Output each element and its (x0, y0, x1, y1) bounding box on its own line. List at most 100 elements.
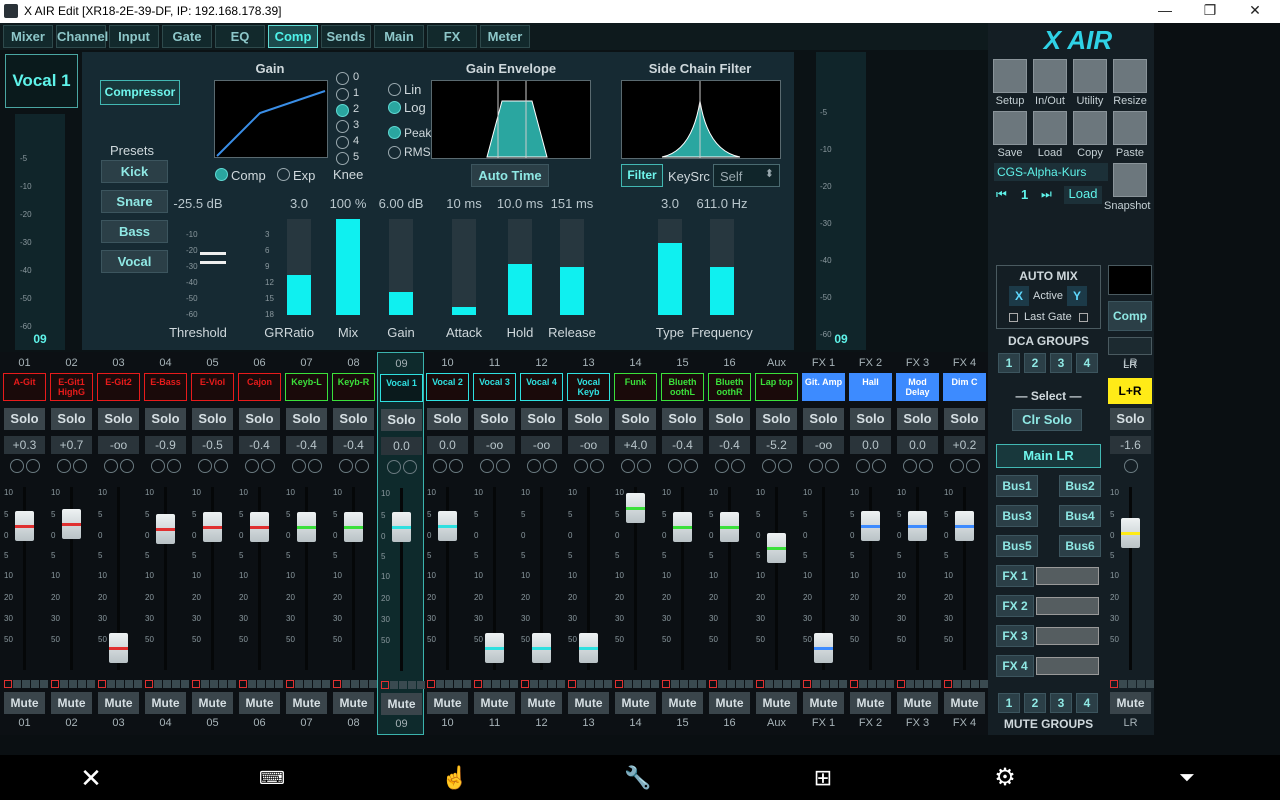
fader-knob[interactable] (438, 510, 457, 541)
channel-name-tag[interactable]: Vocal 4 (520, 373, 563, 401)
mute-button[interactable]: Mute (239, 692, 280, 714)
mute-group-3-button[interactable]: 3 (1050, 693, 1072, 713)
fader-knob[interactable] (250, 512, 269, 543)
automix-y-button[interactable]: Y (1067, 286, 1087, 306)
pan-knob[interactable] (245, 459, 259, 473)
tab-main[interactable]: Main (374, 25, 424, 48)
dca-group-1-button[interactable]: 1 (998, 353, 1020, 373)
solo-button[interactable]: Solo (286, 408, 327, 430)
fader-knob[interactable] (62, 508, 81, 539)
preset-vocal-button[interactable]: Vocal (101, 250, 168, 273)
solo-button[interactable]: Solo (944, 408, 985, 430)
knee-radio-2[interactable] (336, 104, 349, 117)
pan-knob[interactable] (57, 459, 71, 473)
mute-group-2-button[interactable]: 2 (1024, 693, 1046, 713)
fx-2-rack-image[interactable] (1036, 597, 1099, 615)
pan-knob[interactable] (151, 459, 165, 473)
pan-knob-2[interactable] (449, 459, 463, 473)
minimize-button[interactable]: — (1150, 2, 1180, 20)
clear-solo-button[interactable]: Clr Solo (1012, 409, 1082, 431)
pan-knob-2[interactable] (825, 459, 839, 473)
solo-button[interactable]: Solo (521, 408, 562, 430)
mute-button[interactable]: Mute (333, 692, 374, 714)
gain-curve-graph[interactable] (214, 80, 328, 158)
channel-name-tag[interactable]: Git. Amp (802, 373, 845, 401)
solo-button[interactable]: Solo (662, 408, 703, 430)
exp-mode-radio[interactable] (277, 168, 290, 181)
channel-name-tag[interactable]: Vocal 3 (473, 373, 516, 401)
prev-snapshot-icon[interactable]: ⏮ (996, 187, 1007, 202)
pan-knob-2[interactable] (403, 460, 417, 474)
channel-name-tag[interactable]: Vocal Keyb (567, 373, 610, 401)
mute-group-1-button[interactable]: 1 (998, 693, 1020, 713)
solo-button[interactable]: Solo (897, 408, 938, 430)
pan-knob[interactable] (339, 459, 353, 473)
knee-radio-1[interactable] (336, 88, 349, 101)
solo-button[interactable]: Solo (239, 408, 280, 430)
bus-4-button[interactable]: Bus4 (1059, 505, 1101, 527)
knee-radio-5[interactable] (336, 152, 349, 165)
channel-name-tag[interactable]: Keyb-L (285, 373, 328, 401)
mute-button[interactable]: Mute (192, 692, 233, 714)
load-snapshot-button[interactable]: Load (1064, 186, 1102, 204)
camera-icon[interactable] (1113, 163, 1147, 197)
mute-button[interactable]: Mute (4, 692, 45, 714)
tab-comp[interactable]: Comp (268, 25, 318, 48)
pan-knob[interactable] (809, 459, 823, 473)
mute-button[interactable]: Mute (1110, 692, 1151, 714)
fx-2-button[interactable]: FX 2 (996, 595, 1034, 617)
bus-1-button[interactable]: Bus1 (996, 475, 1038, 497)
channel-name-tag[interactable]: E-Bass (144, 373, 187, 401)
threshold-handle[interactable] (200, 252, 226, 264)
solo-button[interactable]: Solo (145, 408, 186, 430)
mute-button[interactable]: Mute (521, 692, 562, 714)
keysrc-select[interactable]: Self ⬍ (713, 164, 780, 187)
pan-knob[interactable] (433, 459, 447, 473)
meter-hold[interactable] (508, 219, 532, 315)
maximize-button[interactable]: ❐ (1195, 2, 1225, 20)
peak-radio[interactable] (388, 126, 401, 139)
meter-release[interactable] (560, 219, 584, 315)
solo-button[interactable]: Solo (568, 408, 609, 430)
pan-knob-2[interactable] (731, 459, 745, 473)
solo-button[interactable]: Solo (709, 408, 750, 430)
solo-button[interactable]: Solo (803, 408, 844, 430)
pan-knob-2[interactable] (73, 459, 87, 473)
mute-button[interactable]: Mute (427, 692, 468, 714)
copy-icon[interactable] (1073, 111, 1107, 145)
gear-icon[interactable] (993, 59, 1027, 93)
dropdown-icon[interactable]: ⏷ (1172, 763, 1202, 793)
preset-snare-button[interactable]: Snare (101, 190, 168, 213)
last-gate-checkbox-right[interactable] (1079, 313, 1088, 322)
mute-button[interactable]: Mute (615, 692, 656, 714)
fx-3-rack-image[interactable] (1036, 627, 1099, 645)
solo-button[interactable]: Solo (192, 408, 233, 430)
mute-group-4-button[interactable]: 4 (1076, 693, 1098, 713)
mute-button[interactable]: Mute (709, 692, 750, 714)
mute-button[interactable]: Mute (286, 692, 327, 714)
pan-knob[interactable] (715, 459, 729, 473)
tab-eq[interactable]: EQ (215, 25, 265, 48)
rms-radio[interactable] (388, 146, 401, 159)
meter-mix[interactable] (336, 219, 360, 315)
solo-button[interactable]: Solo (756, 408, 797, 430)
pan-knob[interactable] (574, 459, 588, 473)
mute-button[interactable]: Mute (897, 692, 938, 714)
fader-knob[interactable] (485, 633, 504, 663)
main-lr-button[interactable]: Main LR (996, 444, 1101, 468)
pan-knob-2[interactable] (26, 459, 40, 473)
knee-radio-3[interactable] (336, 120, 349, 133)
pan-knob[interactable] (10, 459, 24, 473)
automix-x-button[interactable]: X (1009, 286, 1029, 306)
fader-knob[interactable] (955, 510, 974, 541)
paste-icon[interactable] (1113, 111, 1147, 145)
tab-gate[interactable]: Gate (162, 25, 212, 48)
tab-input[interactable]: Input (109, 25, 159, 48)
channel-name-tag[interactable]: Funk (614, 373, 657, 401)
fx-1-button[interactable]: FX 1 (996, 565, 1034, 587)
bus-5-button[interactable]: Bus5 (996, 535, 1038, 557)
fader-knob[interactable] (908, 510, 927, 541)
fx-1-rack-image[interactable] (1036, 567, 1099, 585)
meter-gain[interactable] (389, 219, 413, 315)
pan-knob[interactable] (903, 459, 917, 473)
